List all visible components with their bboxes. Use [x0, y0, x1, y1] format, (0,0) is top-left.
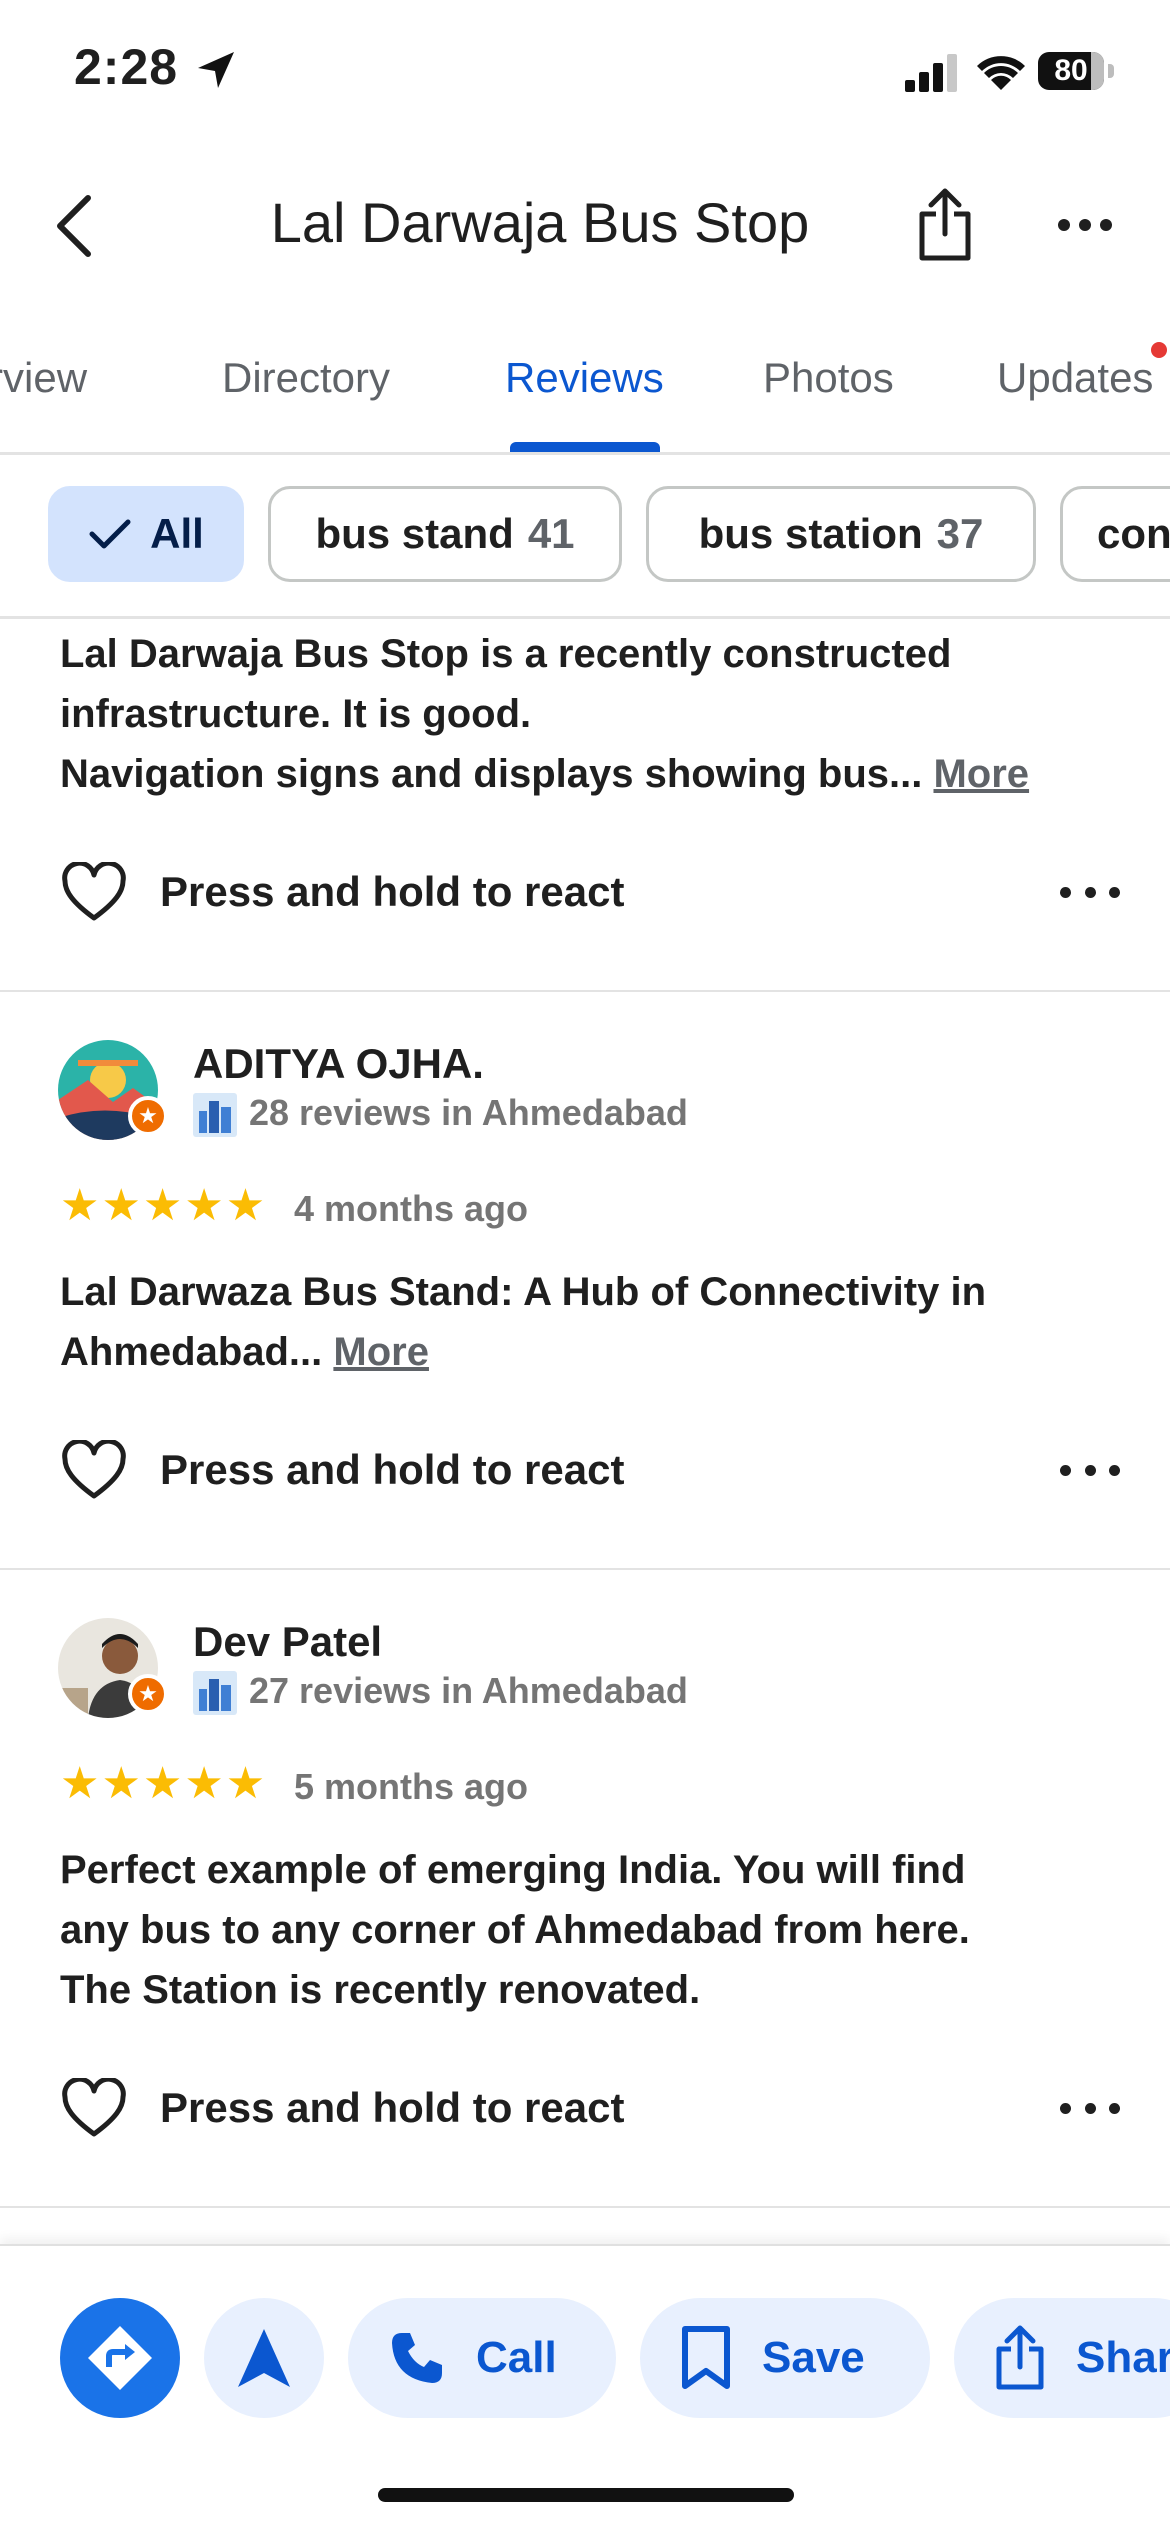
share-place-button[interactable]: Share: [954, 2298, 1170, 2418]
more-link[interactable]: More: [933, 752, 1029, 796]
react-label[interactable]: Press and hold to react: [160, 1446, 624, 1494]
active-tab-indicator: [510, 442, 660, 452]
reviewer-name[interactable]: ADITYA OJHA.: [193, 1040, 484, 1088]
react-label[interactable]: Press and hold to react: [160, 2084, 624, 2132]
star-rating: ★★★★★: [60, 1181, 268, 1230]
chip-count: 41: [527, 510, 575, 557]
heart-icon[interactable]: [60, 862, 128, 924]
chip-bus-stand[interactable]: bus stand 41: [268, 486, 622, 582]
reviewer-name[interactable]: Dev Patel: [193, 1618, 382, 1666]
home-indicator[interactable]: [378, 2488, 794, 2502]
review-date: 4 months ago: [294, 1188, 529, 1229]
cellular-signal-icon: [905, 54, 957, 92]
check-icon: [89, 519, 131, 549]
reviewer-review-count: 27 reviews in Ahmedabad: [249, 1670, 688, 1711]
more-horizontal-icon: [1058, 219, 1112, 231]
review-text-line: The Station is recently renovated.: [60, 1968, 701, 2012]
review-filter-chips: All bus stand 41 bus station 37 con: [0, 486, 1170, 590]
review-text-line: Navigation signs and displays showing bu…: [60, 752, 934, 796]
reviewer-meta: 28 reviews in Ahmedabad: [193, 1092, 688, 1138]
bookmark-icon: [682, 2326, 730, 2389]
review-options-button[interactable]: [1060, 872, 1120, 912]
screen: 2:28 80 Lal Darwaja Bus Stop view Direct…: [0, 0, 1170, 2532]
battery-level: 80: [1054, 54, 1088, 87]
review-text: Lal Darwaza Bus Stand: A Hub of Connecti…: [60, 1262, 1120, 1382]
heart-icon[interactable]: [60, 2078, 128, 2140]
city-icon: [193, 1671, 237, 1716]
save-label: Save: [762, 2333, 865, 2382]
call-label: Call: [476, 2333, 557, 2382]
react-row: Press and hold to react: [60, 2070, 1120, 2150]
save-button[interactable]: Save: [640, 2298, 930, 2418]
react-label[interactable]: Press and hold to react: [160, 868, 624, 916]
navigation-arrow-icon: [238, 2329, 290, 2387]
review-text-line: Ahmedabad...: [60, 1330, 334, 1374]
status-bar: 2:28 80: [0, 0, 1170, 150]
place-tabs: Overview Directory Reviews Photos Update…: [0, 340, 1170, 455]
chip-label: con: [1097, 510, 1170, 557]
city-icon: [193, 1093, 237, 1138]
review-text: Lal Darwaja Bus Stop is a recently const…: [60, 624, 1120, 804]
chip-label: All: [150, 510, 204, 557]
reviewer-review-count: 28 reviews in Ahmedabad: [249, 1092, 688, 1133]
chip-label: bus stand: [315, 510, 514, 557]
chip-partial[interactable]: con: [1060, 486, 1170, 582]
share-icon: [919, 188, 971, 261]
review-options-button[interactable]: [1060, 2088, 1120, 2128]
star-rating: ★★★★★: [60, 1759, 268, 1808]
location-arrow-icon: [198, 52, 234, 88]
tab-reviews[interactable]: Reviews: [505, 354, 664, 402]
directions-icon: [88, 2326, 152, 2390]
share-label: Share: [1076, 2333, 1170, 2382]
reviewer-meta: 27 reviews in Ahmedabad: [193, 1670, 688, 1716]
page-title: Lal Darwaja Bus Stop: [270, 191, 810, 254]
chip-bus-station[interactable]: bus station 37: [646, 486, 1036, 582]
phone-icon: [392, 2333, 442, 2383]
review-divider: [0, 990, 1170, 992]
tab-overview[interactable]: Overview: [0, 354, 87, 402]
share-button[interactable]: [905, 180, 985, 270]
tab-updates[interactable]: Updates: [997, 354, 1153, 402]
review-text-line: infrastructure. It is good.: [60, 692, 532, 736]
chip-label: bus station: [698, 510, 923, 557]
back-button[interactable]: [34, 186, 114, 266]
review-divider: [0, 2206, 1170, 2208]
wifi-icon: [977, 56, 1025, 90]
review-text-line: Lal Darwaja Bus Stop is a recently const…: [60, 632, 952, 676]
start-navigation-button[interactable]: [204, 2298, 324, 2418]
review-text: Perfect example of emerging India. You w…: [60, 1840, 1120, 2020]
chip-count: 37: [936, 510, 984, 557]
chips-divider: [0, 616, 1170, 619]
tab-directory[interactable]: Directory: [222, 354, 390, 402]
status-time: 2:28: [74, 39, 179, 95]
battery-indicator: 80: [1038, 52, 1114, 92]
call-button[interactable]: Call: [348, 2298, 616, 2418]
review-date: 5 months ago: [294, 1766, 529, 1807]
react-row: Press and hold to react: [60, 854, 1120, 934]
more-link[interactable]: More: [333, 1330, 429, 1374]
place-header: Lal Darwaja Bus Stop: [0, 160, 1170, 290]
local-guide-badge-icon: ★: [128, 1096, 168, 1136]
directions-button[interactable]: [60, 2298, 180, 2418]
chevron-left-icon: [57, 195, 91, 257]
review-text-line: Lal Darwaza Bus Stand: A Hub of Connecti…: [60, 1270, 987, 1314]
review-options-button[interactable]: [1060, 1450, 1120, 1490]
review-text-line: any bus to any corner of Ahmedabad from …: [60, 1908, 970, 1952]
chip-all[interactable]: All: [48, 486, 244, 582]
more-options-button[interactable]: [1045, 190, 1125, 260]
tab-photos[interactable]: Photos: [763, 354, 894, 402]
review-text-line: Perfect example of emerging India. You w…: [60, 1848, 966, 1892]
share-icon: [996, 2325, 1044, 2390]
local-guide-badge-icon: ★: [128, 1674, 168, 1714]
heart-icon[interactable]: [60, 1440, 128, 1502]
react-row: Press and hold to react: [60, 1432, 1120, 1512]
updates-notification-dot: [1151, 342, 1167, 358]
review-divider: [0, 1568, 1170, 1570]
